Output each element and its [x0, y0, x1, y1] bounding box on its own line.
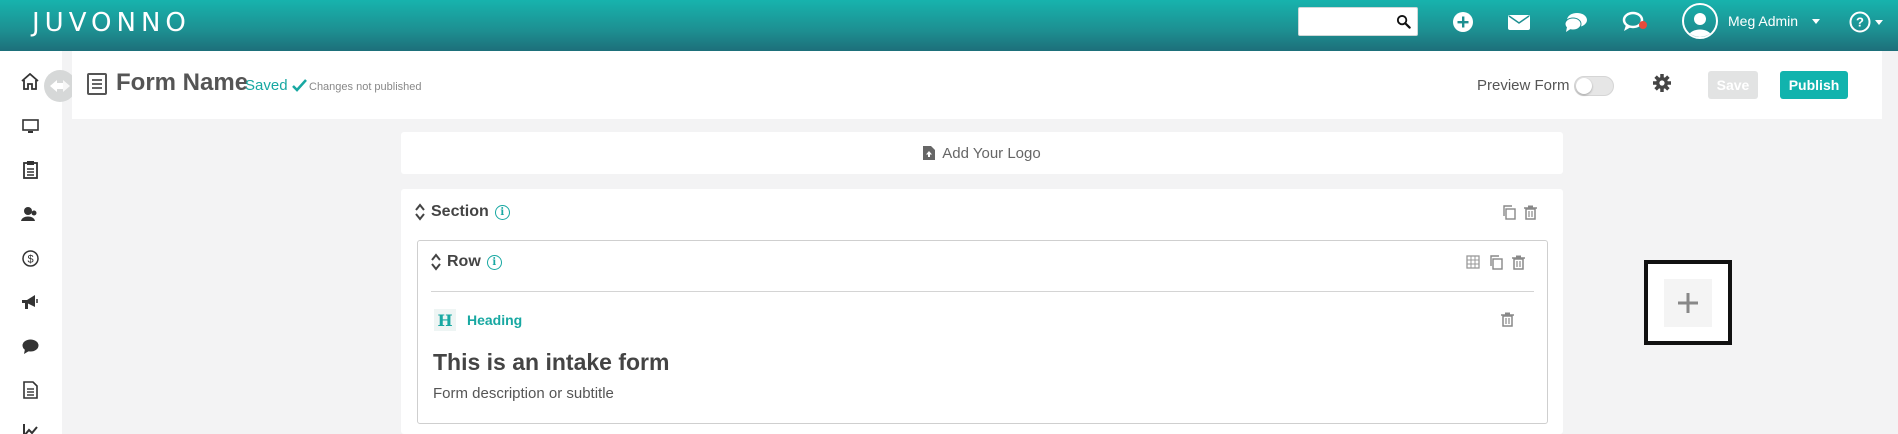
user-name[interactable]: Meg Admin — [1728, 13, 1798, 29]
form-row: Row i H Heading This is an intake form F… — [417, 240, 1548, 424]
file-upload-icon — [923, 146, 936, 160]
save-button[interactable]: Save — [1708, 71, 1758, 99]
notifications-chat-icon[interactable] — [1622, 9, 1648, 35]
saved-status: Saved — [245, 77, 307, 94]
avatar[interactable] — [1682, 3, 1718, 39]
section-title: Section — [431, 203, 489, 220]
marketing-icon[interactable] — [20, 292, 40, 312]
help-menu[interactable]: ? — [1846, 9, 1886, 35]
search-icon[interactable] — [1396, 14, 1411, 34]
toggle-knob — [1576, 78, 1592, 94]
sort-arrows-icon — [415, 203, 425, 221]
user-menu[interactable]: Meg Admin — [1682, 3, 1821, 39]
columns-icon[interactable] — [1466, 255, 1480, 269]
search-box[interactable] — [1298, 7, 1418, 36]
publish-status: Changes not published — [309, 81, 422, 93]
brand-logo[interactable]: JUVONNO — [32, 8, 191, 38]
add-circle-icon[interactable] — [1450, 9, 1476, 35]
section-header: Section i — [415, 203, 510, 221]
form-document-icon — [87, 73, 107, 100]
search-input[interactable] — [1305, 8, 1395, 33]
chevron-down-icon[interactable] — [1812, 18, 1821, 24]
add-element-button[interactable] — [1644, 260, 1732, 345]
reports-icon[interactable] — [20, 421, 40, 434]
form-heading-text[interactable]: This is an intake form — [433, 349, 669, 376]
heading-block-icon: H — [434, 309, 456, 331]
copy-icon[interactable] — [1502, 205, 1516, 220]
top-bar: JUVONNO Meg Admin ? — [0, 0, 1898, 51]
clients-icon[interactable] — [20, 204, 40, 224]
add-logo-label[interactable]: Add Your Logo — [942, 145, 1040, 162]
form-name-title[interactable]: Form Name — [116, 69, 248, 97]
billing-icon[interactable]: $ — [20, 248, 40, 268]
trash-icon[interactable] — [1524, 205, 1537, 220]
add-logo-area[interactable]: Add Your Logo — [401, 132, 1563, 174]
form-header: Form Name Saved Changes not published Pr… — [72, 51, 1882, 119]
form-subtitle-text[interactable]: Form description or subtitle — [433, 385, 614, 402]
info-icon[interactable]: i — [486, 254, 502, 270]
help-icon: ? — [1849, 11, 1871, 33]
add-element-inner[interactable] — [1664, 278, 1712, 327]
trash-icon[interactable] — [1512, 255, 1525, 270]
trash-icon[interactable] — [1501, 312, 1514, 332]
mail-icon[interactable] — [1506, 9, 1532, 35]
divider — [431, 291, 1534, 292]
preview-form-label: Preview Form — [1477, 77, 1570, 94]
svg-text:?: ? — [1856, 15, 1864, 30]
section-toolbar — [1502, 205, 1537, 220]
sidebar: $ — [0, 51, 62, 434]
heading-block-label[interactable]: Heading — [467, 312, 522, 328]
chat-icon[interactable] — [1563, 9, 1589, 35]
saved-label: Saved — [245, 77, 288, 94]
row-header: Row i — [431, 253, 502, 271]
row-toolbar — [1466, 255, 1525, 270]
publish-button[interactable]: Publish — [1780, 71, 1848, 99]
plus-icon — [1678, 292, 1698, 313]
chevron-down-icon[interactable] — [1875, 19, 1883, 25]
copy-icon[interactable] — [1489, 255, 1503, 270]
home-icon[interactable] — [20, 71, 40, 91]
messages-icon[interactable] — [20, 336, 40, 356]
clipboard-icon[interactable] — [20, 160, 40, 180]
row-title: Row — [447, 253, 481, 270]
documents-icon[interactable] — [20, 380, 40, 400]
info-icon[interactable]: i — [494, 204, 510, 220]
svg-text:$: $ — [27, 253, 33, 265]
monitor-icon[interactable] — [20, 116, 40, 136]
preview-form-toggle[interactable] — [1574, 76, 1614, 96]
checkmark-icon — [291, 79, 307, 92]
collapse-arrows-icon — [50, 80, 70, 92]
form-section: Section i Row i H Heading This is an int… — [401, 189, 1563, 434]
gear-icon[interactable] — [1652, 73, 1672, 98]
sort-arrows-icon — [431, 253, 441, 271]
